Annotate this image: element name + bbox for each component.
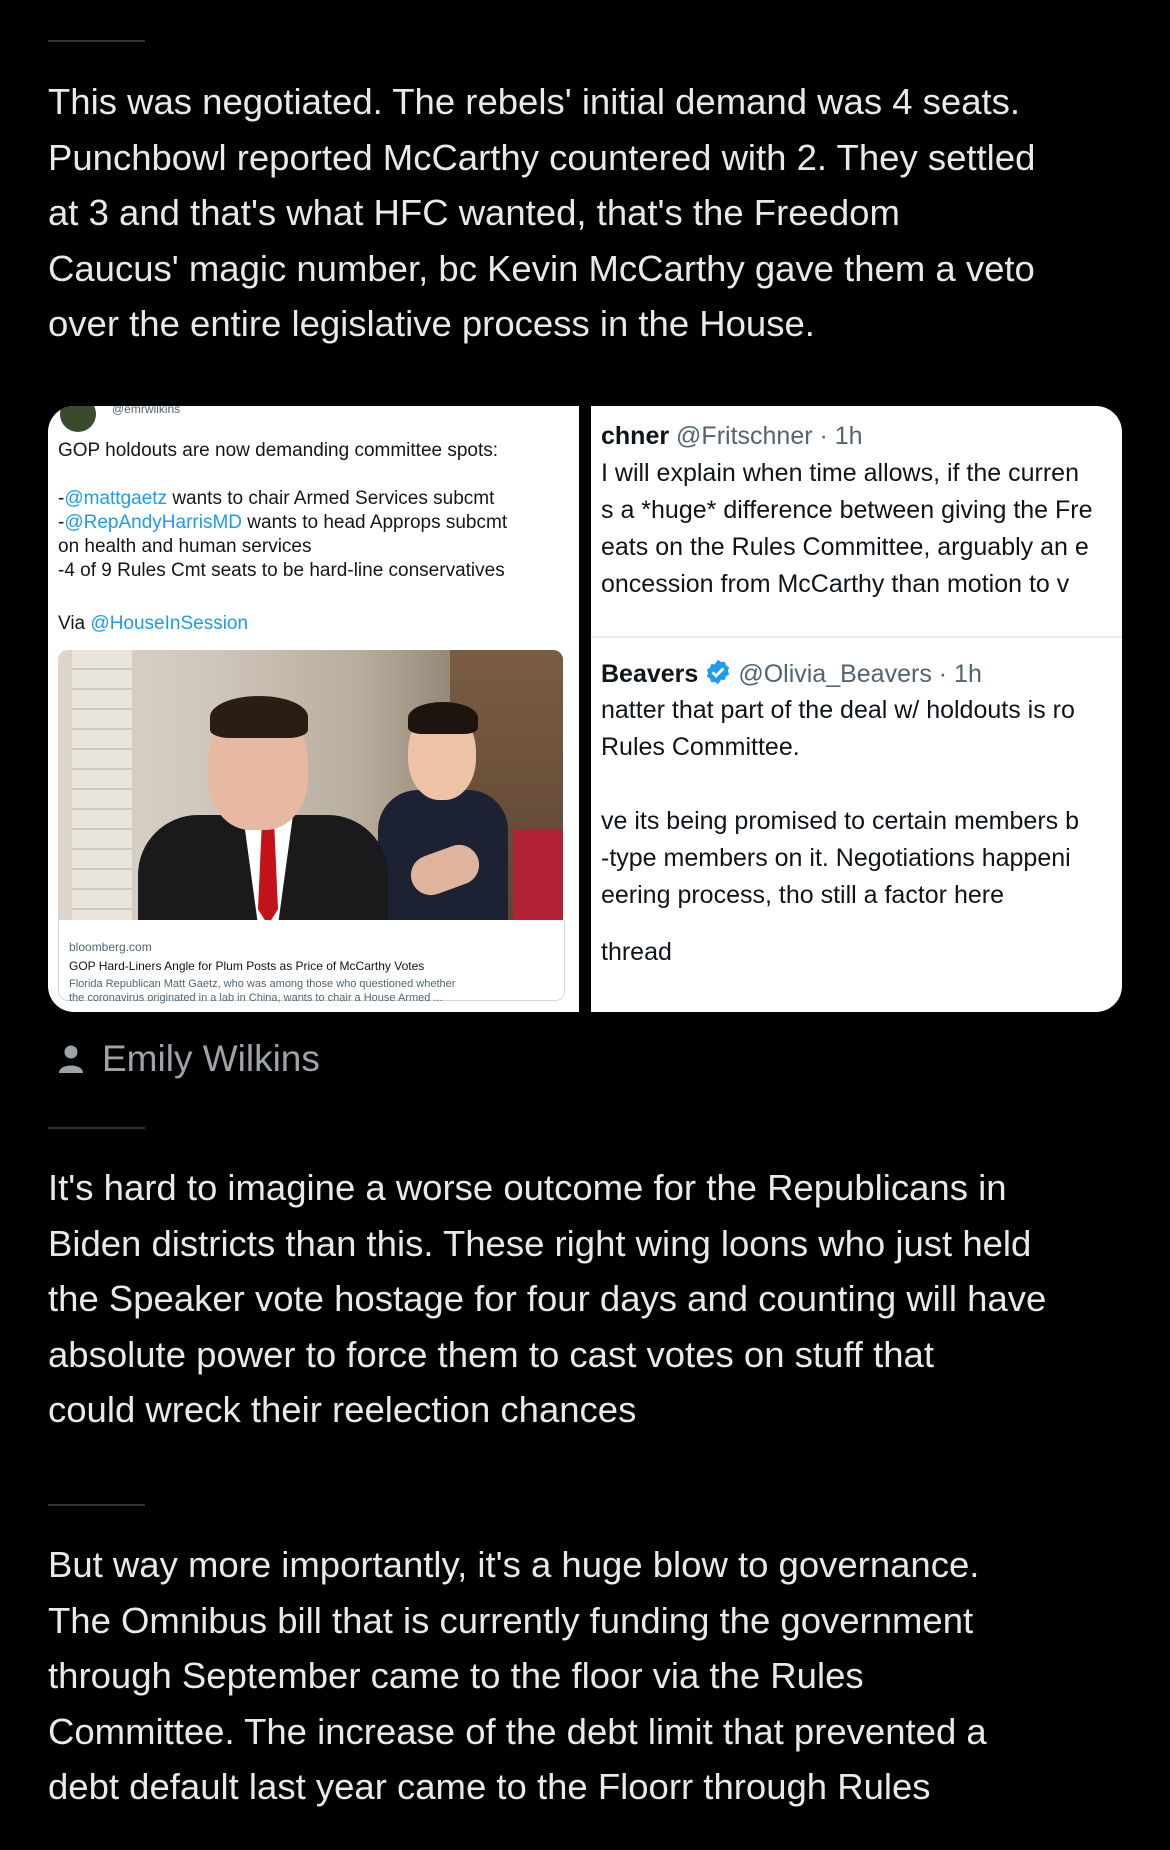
person-icon — [59, 1045, 83, 1073]
paragraph-line: Punchbowl reported McCarthy countered wi… — [48, 136, 1036, 178]
paragraph-line: Caucus' magic number, bc Kevin McCarthy … — [48, 247, 1035, 289]
avatar — [60, 406, 96, 432]
paragraph-line: But way more importantly, it's a huge bl… — [48, 1544, 980, 1585]
tweet-text-line: -type members on it. Negotiations happen… — [601, 844, 1071, 872]
tweet-text-line: eats on the Rules Committee, arguably an… — [601, 533, 1089, 561]
mention-link: @mattgaetz — [64, 488, 168, 509]
paragraph-line: at 3 and that's what HFC wanted, that's … — [48, 192, 900, 233]
right-tweet-panel: chner @Fritschner · 1h I will explain wh… — [591, 406, 1122, 1012]
card-description: the coronavirus originated in a lab in C… — [69, 992, 443, 1004]
tweet-via: Via @HouseInSession — [58, 613, 249, 634]
tweet-text-line: s a *huge* difference between giving the… — [601, 496, 1093, 524]
tweet-text-line: eering process, tho still a factor here — [601, 881, 1004, 909]
attribution-name: Emily Wilkins — [102, 1038, 320, 1079]
embedded-screenshot-image[interactable]: @emrwilkins GOP holdouts are now demandi… — [48, 406, 1122, 1012]
tweet-handle: @emrwilkins — [112, 406, 181, 416]
left-tweet-panel: @emrwilkins GOP holdouts are now demandi… — [48, 406, 579, 1012]
paragraph-line: could wreck their reelection chances — [48, 1389, 637, 1430]
card-title: GOP Hard-Liners Angle for Plum Posts as … — [69, 959, 425, 973]
paragraph-line: This was negotiated. The rebels' initial… — [48, 81, 1021, 122]
tweet-list-item: on health and human services — [58, 536, 312, 557]
card-domain: bloomberg.com — [69, 940, 152, 954]
paragraph-line: Biden districts than this. These right w… — [48, 1222, 1032, 1264]
tweet-separator — [591, 636, 1122, 638]
paragraph-line: The Omnibus bill that is currently fundi… — [48, 1599, 974, 1641]
mention-link: @RepAndyHarrisMD — [64, 512, 242, 533]
post-paragraph-3: But way more importantly, it's a huge bl… — [48, 1537, 1128, 1815]
tweet-list-item: -@mattgaetz wants to chair Armed Service… — [58, 488, 495, 509]
paragraph-line: Committee. The increase of the debt limi… — [48, 1710, 987, 1752]
divider-middle — [48, 1127, 145, 1129]
paragraph-line: the Speaker vote hostage for four days a… — [48, 1278, 1047, 1319]
divider-lower — [48, 1504, 145, 1506]
verified-badge-icon — [707, 659, 730, 685]
card-description: Florida Republican Matt Gaetz, who was a… — [69, 978, 456, 990]
tweet-text-line: ve its being promised to certain members… — [601, 807, 1079, 835]
post-paragraph-2: It's hard to imagine a worse outcome for… — [48, 1160, 1128, 1438]
tweet-heading: GOP holdouts are now demanding committee… — [58, 440, 499, 461]
mention-link: @HouseInSession — [90, 613, 249, 634]
tweet-list-item: -@RepAndyHarrisMD wants to head Approps … — [58, 512, 508, 533]
post-paragraph-1: This was negotiated. The rebels' initial… — [48, 74, 1128, 352]
tweet-text-line: Rules Committee. — [601, 733, 800, 761]
paragraph-line: absolute power to force them to cast vot… — [48, 1333, 934, 1375]
paragraph-line: through September came to the floor via … — [48, 1655, 864, 1696]
news-photo — [58, 650, 563, 920]
tweet-author-line: chner @Fritschner · 1h — [601, 422, 863, 450]
divider-top — [48, 40, 145, 42]
paragraph-line: over the entire legislative process in t… — [48, 303, 815, 344]
tweet-text-line: natter that part of the deal w/ holdouts… — [601, 696, 1075, 724]
paragraph-line: It's hard to imagine a worse outcome for… — [48, 1167, 1007, 1208]
link-card-caption: bloomberg.com GOP Hard-Liners Angle for … — [58, 920, 565, 1004]
image-attribution[interactable]: Emily Wilkins — [58, 1034, 320, 1084]
tweet-text-line: oncession from McCarthy than motion to v — [601, 570, 1070, 598]
tweet-list-item: -4 of 9 Rules Cmt seats to be hard-line … — [58, 560, 505, 581]
tweet-author-line: Beavers @Olivia_Beavers · 1h — [601, 659, 982, 688]
thread-link: thread — [601, 938, 672, 966]
paragraph-line: debt default last year came to the Floor… — [48, 1766, 931, 1807]
tweet-text-line: I will explain when time allows, if the … — [601, 459, 1079, 487]
